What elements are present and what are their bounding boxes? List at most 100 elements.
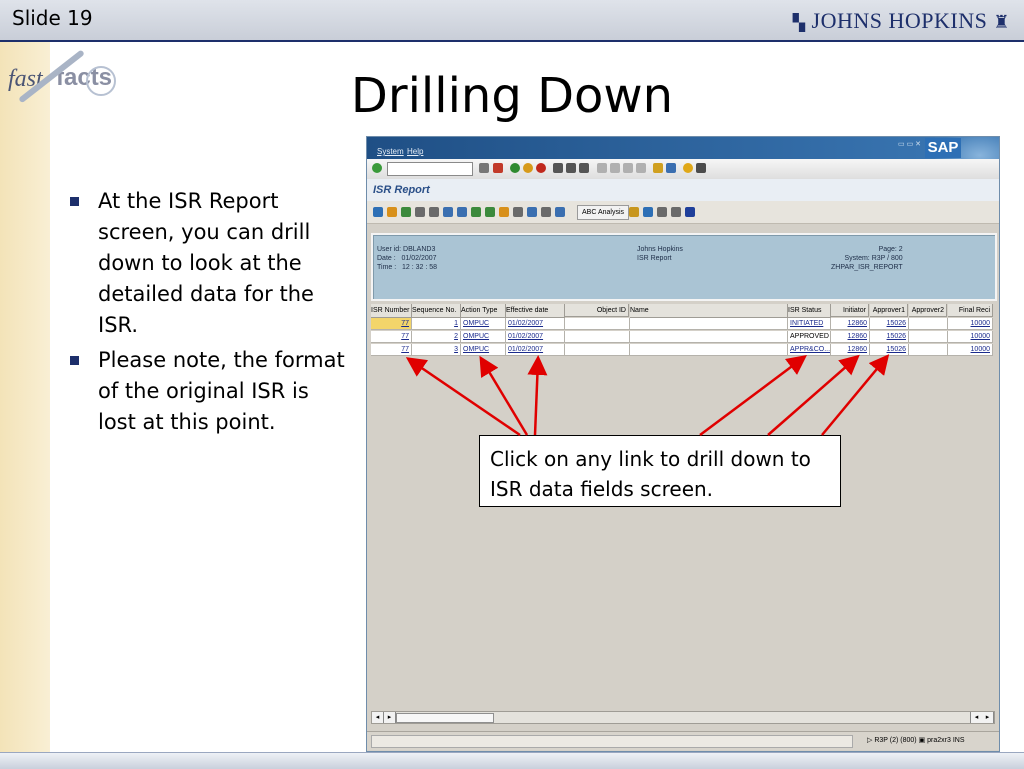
- status-system-info: ▷ R3P (2) (800) ▣ pra2xr3 INS: [867, 735, 965, 746]
- cell-isr-status[interactable]: APPR&CO...: [788, 344, 831, 356]
- abc-analysis-button[interactable]: ABC Analysis: [577, 205, 630, 220]
- save-icon[interactable]: [493, 163, 503, 173]
- cell-initiator[interactable]: 12860: [831, 318, 870, 330]
- bullet-square-icon: [70, 197, 79, 206]
- scroll-right-icon[interactable]: ▸: [384, 712, 396, 723]
- print-icon[interactable]: [553, 163, 563, 173]
- cell-effective-date[interactable]: 01/02/2007: [506, 331, 565, 343]
- header-user-info: User id: DBLAND3 Date : 01/02/2007 Time …: [377, 246, 438, 271]
- cell-approver1[interactable]: 15026: [870, 331, 909, 343]
- cell-isr-number[interactable]: 77: [371, 331, 412, 343]
- command-field[interactable]: [387, 162, 473, 176]
- previous-page-icon[interactable]: [610, 163, 620, 173]
- find-icon[interactable]: [566, 163, 576, 173]
- cell-action-type[interactable]: OMPUC: [461, 344, 506, 356]
- bullet-text: At the ISR Report screen, you can drill …: [98, 189, 314, 337]
- views-icon[interactable]: [671, 207, 681, 217]
- next-page-icon[interactable]: [623, 163, 633, 173]
- column-header-initiator[interactable]: Initiator: [831, 304, 869, 317]
- column-header-final-recipient[interactable]: Final Reci: [948, 304, 993, 317]
- cell-initiator[interactable]: 12860: [831, 344, 870, 356]
- column-header-object-id[interactable]: Object ID: [565, 304, 629, 317]
- filter-icon[interactable]: [443, 207, 453, 217]
- jh-mark-icon: ▚: [792, 15, 806, 32]
- back-icon[interactable]: [510, 163, 520, 173]
- subtotal-icon[interactable]: [485, 207, 495, 217]
- cell-approver2: [909, 344, 948, 356]
- cell-final-recipient[interactable]: 10000: [948, 318, 993, 330]
- sort-ascending-icon[interactable]: [415, 207, 425, 217]
- column-header-action-type[interactable]: Action Type: [461, 304, 506, 318]
- column-header-approver1[interactable]: Approver1: [870, 304, 908, 317]
- cell-sequence-no[interactable]: 2: [412, 331, 461, 343]
- scroll-left-icon[interactable]: ◂: [372, 712, 384, 723]
- status-message-field: [371, 735, 853, 748]
- column-header-sequence-no[interactable]: Sequence No.: [412, 304, 461, 318]
- find-next-icon[interactable]: [579, 163, 589, 173]
- column-header-name[interactable]: Name: [630, 304, 788, 318]
- word-processing-icon[interactable]: [527, 207, 537, 217]
- column-header-effective-date[interactable]: Effective date: [506, 304, 565, 318]
- cell-name: [630, 318, 788, 330]
- details-icon[interactable]: [373, 207, 383, 217]
- info-icon[interactable]: [685, 207, 695, 217]
- jh-shield-icon: ♜: [993, 12, 1010, 32]
- window-controls-icon[interactable]: ▭ ▭ ✕: [898, 140, 921, 148]
- left-band-divider: [50, 42, 56, 752]
- cell-isr-status[interactable]: APPROVED: [788, 331, 831, 343]
- sort-descending-icon[interactable]: [429, 207, 439, 217]
- export-icon[interactable]: [513, 207, 523, 217]
- horizontal-scrollbar[interactable]: ◂ ▸ ◂ ▸: [371, 711, 995, 724]
- bullet-item: Please note, the format of the original …: [68, 345, 350, 438]
- cell-name: [630, 331, 788, 343]
- column-header-isr-status[interactable]: ISR Status: [788, 304, 831, 318]
- bullet-text: Please note, the format of the original …: [98, 348, 345, 434]
- last-page-icon[interactable]: [636, 163, 646, 173]
- choose-icon[interactable]: [387, 207, 397, 217]
- status-server-icon: ▣: [918, 737, 926, 744]
- cell-isr-number[interactable]: 77: [371, 318, 412, 330]
- status-expand-icon[interactable]: ▷: [867, 737, 872, 744]
- column-header-approver2[interactable]: Approver2: [909, 304, 947, 317]
- cell-action-type[interactable]: OMPUC: [461, 318, 506, 330]
- cell-effective-date[interactable]: 01/02/2007: [506, 344, 565, 356]
- total-icon[interactable]: [471, 207, 481, 217]
- cell-final-recipient[interactable]: 10000: [948, 331, 993, 343]
- scrollbar-thumb[interactable]: [396, 713, 494, 723]
- dropdown-icon[interactable]: [479, 163, 489, 173]
- cell-initiator[interactable]: 12860: [831, 331, 870, 343]
- bullet-list: At the ISR Report screen, you can drill …: [68, 186, 350, 442]
- status-system: R3P (2) (800): [874, 737, 917, 744]
- slide-footer-bar: [0, 752, 1024, 769]
- cell-effective-date[interactable]: 01/02/2007: [506, 318, 565, 330]
- menu-system[interactable]: System: [377, 147, 404, 156]
- grid-icon[interactable]: [643, 207, 653, 217]
- cell-approver1[interactable]: 15026: [870, 344, 909, 356]
- cell-isr-status[interactable]: INITIATED: [788, 318, 831, 330]
- exit-icon[interactable]: [523, 163, 533, 173]
- local-file-icon[interactable]: [541, 207, 551, 217]
- cancel-icon[interactable]: [536, 163, 546, 173]
- enter-check-icon[interactable]: [372, 163, 382, 173]
- layout-menu-icon[interactable]: [696, 163, 706, 173]
- slide-number: Slide 19: [12, 6, 93, 30]
- graphic-icon[interactable]: [499, 207, 509, 217]
- cell-sequence-no[interactable]: 1: [412, 318, 461, 330]
- first-page-icon[interactable]: [597, 163, 607, 173]
- column-header-isr-number[interactable]: ISR Number: [371, 304, 412, 318]
- cell-sequence-no[interactable]: 3: [412, 344, 461, 356]
- cell-final-recipient[interactable]: 10000: [948, 344, 993, 356]
- menu-help[interactable]: Help: [407, 147, 423, 156]
- help-icon[interactable]: [683, 163, 693, 173]
- columns-icon[interactable]: [657, 207, 667, 217]
- refresh-icon[interactable]: [401, 207, 411, 217]
- cell-approver1[interactable]: 15026: [870, 318, 909, 330]
- html-download-icon[interactable]: [629, 207, 639, 217]
- create-session-icon[interactable]: [653, 163, 663, 173]
- cell-action-type[interactable]: OMPUC: [461, 331, 506, 343]
- cell-isr-number[interactable]: 77: [371, 344, 412, 356]
- filter-delete-icon[interactable]: [457, 207, 467, 217]
- layout-icon[interactable]: [555, 207, 565, 217]
- scroll-right-end-icon[interactable]: ▸: [982, 712, 994, 723]
- shortcut-icon[interactable]: [666, 163, 676, 173]
